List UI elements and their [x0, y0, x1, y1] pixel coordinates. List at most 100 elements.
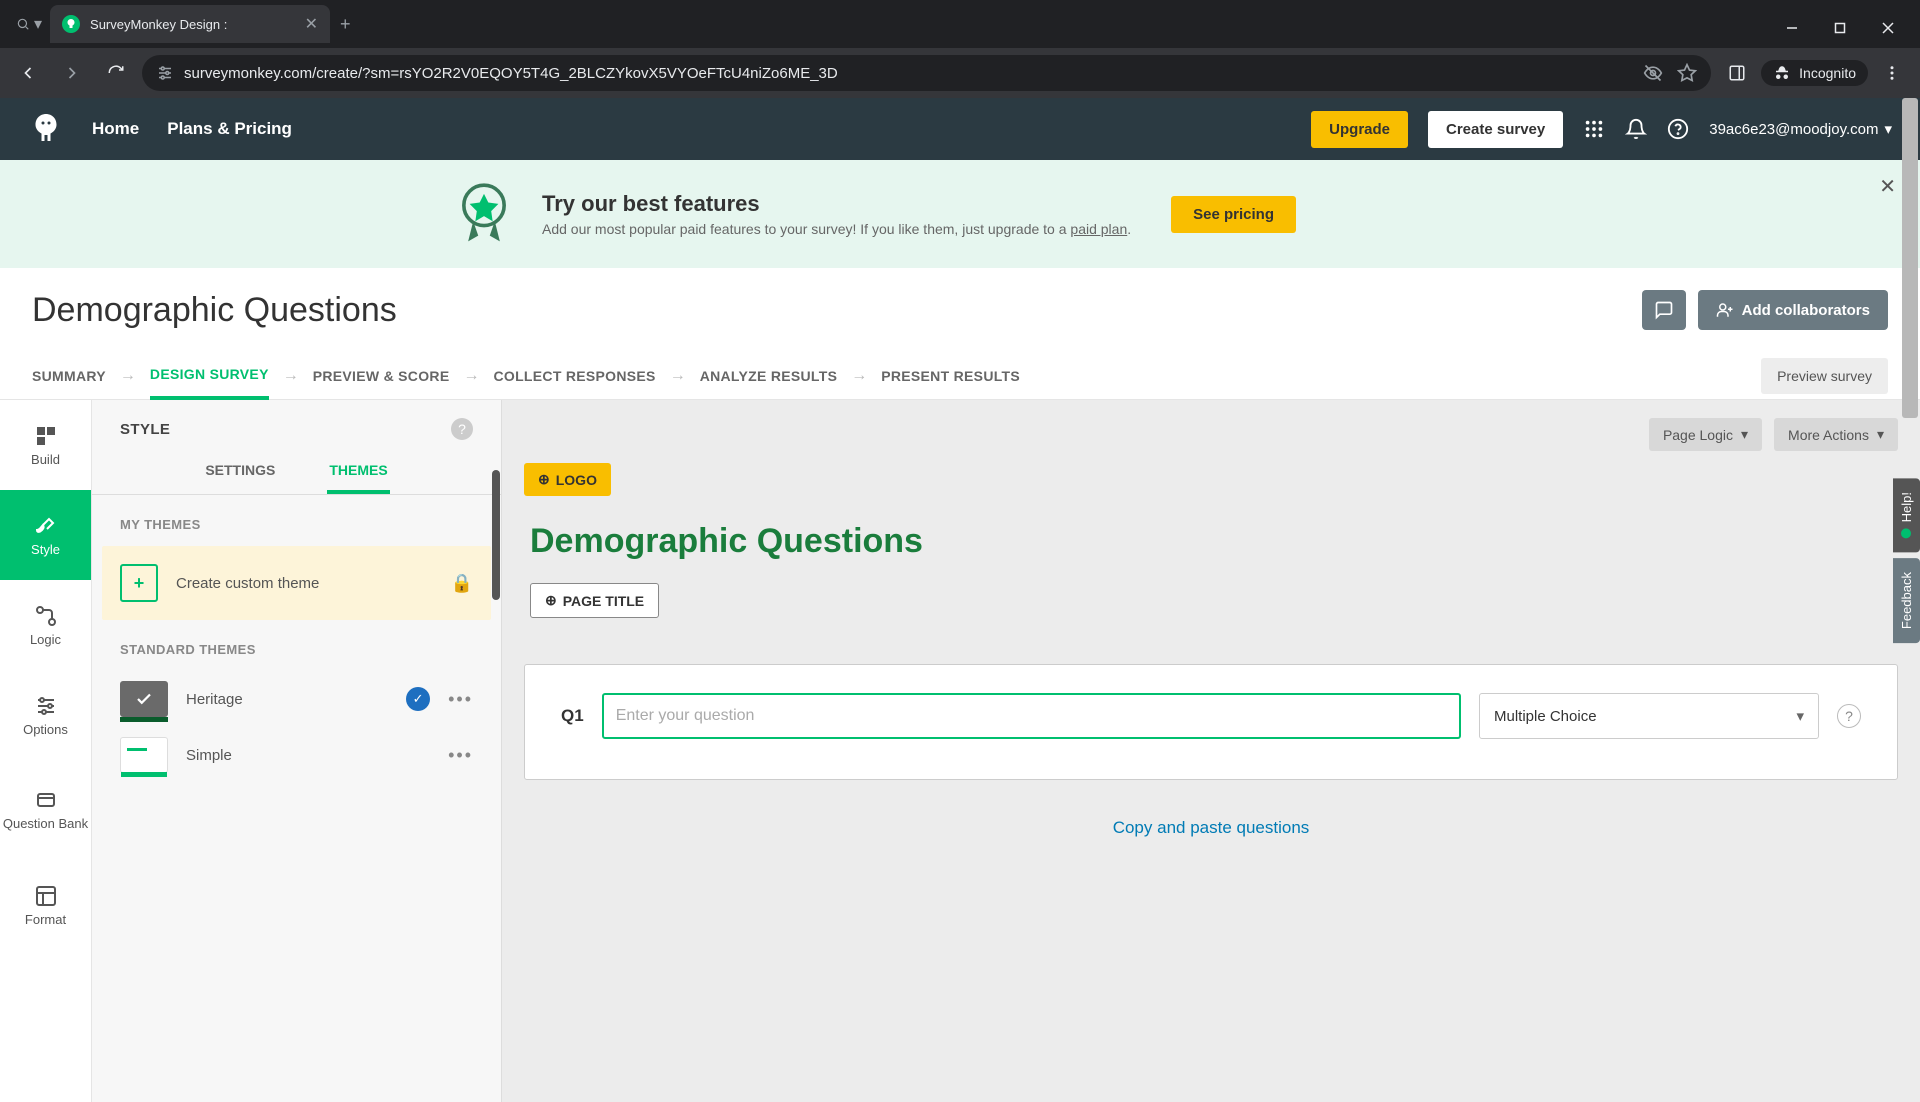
sm-favicon-icon — [62, 15, 80, 33]
eye-off-icon[interactable] — [1643, 63, 1663, 83]
browser-menu-button[interactable] — [1874, 55, 1910, 91]
caret-down-icon: ▾ — [1796, 707, 1804, 725]
promo-banner: Try our best features Add our most popul… — [0, 160, 1920, 268]
left-rail: Build Style Logic Options Question Bank … — [0, 400, 92, 1102]
more-actions-dropdown[interactable]: More Actions▾ — [1774, 418, 1898, 451]
rail-format[interactable]: Format — [0, 860, 91, 950]
step-analyze[interactable]: ANALYZE RESULTS — [700, 354, 838, 398]
preview-survey-button[interactable]: Preview survey — [1761, 358, 1888, 394]
back-button[interactable] — [10, 55, 46, 91]
arrow-icon: → — [283, 367, 299, 385]
nav-plans[interactable]: Plans & Pricing — [167, 119, 292, 139]
section-my-themes: MY THEMES — [92, 495, 501, 546]
lock-icon: 🔒 — [451, 573, 473, 594]
upgrade-button[interactable]: Upgrade — [1311, 111, 1408, 148]
window-minimize-button[interactable] — [1768, 8, 1816, 48]
bookmark-star-icon[interactable] — [1677, 63, 1697, 83]
sliders-icon — [34, 694, 58, 718]
theme-simple[interactable]: Simple ••• — [92, 727, 501, 783]
add-page-title-button[interactable]: ⊕ PAGE TITLE — [530, 583, 659, 618]
window-maximize-button[interactable] — [1816, 8, 1864, 48]
step-design[interactable]: DESIGN SURVEY — [150, 352, 269, 400]
tab-themes[interactable]: THEMES — [327, 450, 389, 494]
create-custom-theme[interactable]: + Create custom theme 🔒 — [102, 546, 491, 620]
step-collect[interactable]: COLLECT RESPONSES — [493, 354, 655, 398]
help-side-tab[interactable]: Help! — [1893, 478, 1920, 552]
chevron-down-icon: ▾ — [1884, 120, 1892, 138]
forward-button[interactable] — [54, 55, 90, 91]
apps-grid-icon[interactable] — [1583, 118, 1605, 140]
copy-paste-questions-link[interactable]: Copy and paste questions — [524, 818, 1898, 838]
rail-question-bank[interactable]: Question Bank — [0, 760, 91, 860]
rail-style[interactable]: Style — [0, 490, 91, 580]
question-help-icon[interactable]: ? — [1837, 704, 1861, 728]
rail-build[interactable]: Build — [0, 400, 91, 490]
panel-scrollbar[interactable] — [492, 470, 500, 600]
promo-title: Try our best features — [542, 191, 1131, 217]
add-collaborators-button[interactable]: Add collaborators — [1698, 290, 1888, 330]
rail-options[interactable]: Options — [0, 670, 91, 760]
caret-down-icon: ▾ — [1741, 426, 1748, 443]
address-bar[interactable]: surveymonkey.com/create/?sm=rsYO2R2V0EQO… — [142, 55, 1711, 91]
page-scrollbar[interactable] — [1902, 98, 1918, 418]
new-tab-button[interactable]: + — [330, 8, 361, 41]
theme-heritage[interactable]: Heritage ✓ ••• — [92, 671, 501, 727]
arrow-icon: → — [851, 367, 867, 385]
url-text: surveymonkey.com/create/?sm=rsYO2R2V0EQO… — [184, 65, 838, 82]
window-close-button[interactable] — [1864, 8, 1912, 48]
theme-simple-swatch — [120, 737, 168, 773]
check-icon — [135, 690, 153, 708]
panel-help-icon[interactable]: ? — [451, 418, 473, 440]
survey-title-row: Demographic Questions Add collaborators — [0, 268, 1920, 352]
tab-settings[interactable]: SETTINGS — [203, 450, 277, 494]
see-pricing-button[interactable]: See pricing — [1171, 196, 1296, 233]
promo-close-icon[interactable]: ✕ — [1879, 174, 1896, 199]
wizard-steps: SUMMARY → DESIGN SURVEY → PREVIEW & SCOR… — [0, 352, 1920, 400]
page-body: Home Plans & Pricing Upgrade Create surv… — [0, 98, 1920, 1080]
survey-title[interactable]: Demographic Questions — [32, 291, 397, 330]
reload-button[interactable] — [98, 55, 134, 91]
question-text-input[interactable] — [602, 693, 1461, 739]
incognito-chip[interactable]: Incognito — [1761, 60, 1868, 86]
brand-logo-icon[interactable] — [28, 111, 64, 147]
panel-title: STYLE — [120, 421, 170, 438]
style-panel: STYLE ? SETTINGS THEMES MY THEMES + Crea… — [92, 400, 502, 1102]
feedback-side-tab[interactable]: Feedback — [1893, 558, 1920, 643]
caret-down-icon: ▾ — [1877, 426, 1884, 443]
user-menu[interactable]: 39ac6e23@moodjoy.com ▾ — [1709, 120, 1892, 138]
plus-circle-icon: ⊕ — [538, 471, 550, 488]
theme-more-icon[interactable]: ••• — [448, 689, 473, 710]
rail-logic[interactable]: Logic — [0, 580, 91, 670]
step-summary[interactable]: SUMMARY — [32, 354, 106, 398]
question-type-select[interactable]: Multiple Choice ▾ — [1479, 693, 1819, 739]
brush-icon — [34, 514, 58, 538]
tab-close-icon[interactable]: ✕ — [305, 14, 318, 34]
status-dot-icon — [1902, 528, 1912, 538]
side-panel-icon[interactable] — [1719, 55, 1755, 91]
add-person-icon — [1716, 301, 1734, 319]
create-survey-button[interactable]: Create survey — [1428, 111, 1563, 148]
browser-tab[interactable]: SurveyMonkey Design : ✕ — [50, 5, 330, 43]
page-logic-dropdown[interactable]: Page Logic▾ — [1649, 418, 1762, 451]
arrow-icon: → — [670, 367, 686, 385]
site-settings-icon[interactable] — [156, 64, 174, 82]
incognito-icon — [1773, 64, 1791, 82]
step-preview[interactable]: PREVIEW & SCORE — [313, 354, 450, 398]
paid-plan-link[interactable]: paid plan — [1070, 221, 1127, 237]
build-icon — [34, 424, 58, 448]
step-present[interactable]: PRESENT RESULTS — [881, 354, 1020, 398]
tab-search-button[interactable]: ▾ — [8, 10, 50, 38]
accessibility-icon[interactable]: ✓ — [406, 687, 430, 711]
workspace: Build Style Logic Options Question Bank … — [0, 400, 1920, 1102]
notifications-icon[interactable] — [1625, 118, 1647, 140]
logic-icon — [34, 604, 58, 628]
theme-more-icon[interactable]: ••• — [448, 745, 473, 766]
ribbon-badge-icon — [448, 178, 520, 250]
comments-button[interactable] — [1642, 290, 1686, 330]
canvas-survey-title[interactable]: Demographic Questions — [530, 522, 1898, 561]
theme-heritage-swatch — [120, 681, 168, 717]
add-logo-button[interactable]: ⊕ LOGO — [524, 463, 611, 496]
help-icon[interactable] — [1667, 118, 1689, 140]
design-canvas: Page Logic▾ More Actions▾ ⊕ LOGO Demogra… — [502, 400, 1920, 1102]
nav-home[interactable]: Home — [92, 119, 139, 139]
